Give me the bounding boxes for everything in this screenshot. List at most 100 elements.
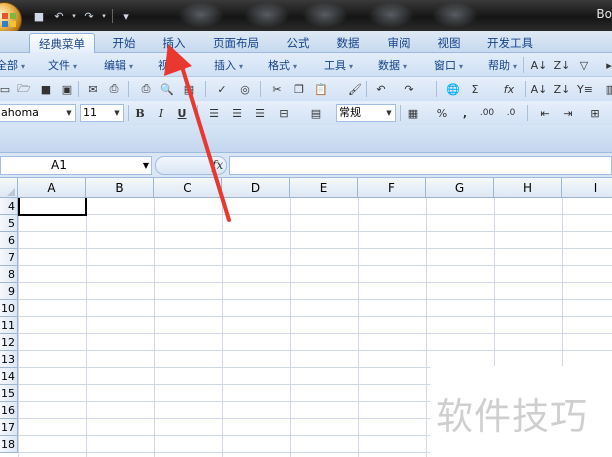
column-header-e[interactable]: E xyxy=(290,178,358,198)
row-header-7[interactable]: 7 xyxy=(0,249,18,266)
increase-indent-icon[interactable]: ⇥ xyxy=(559,104,577,122)
save-icon[interactable]: ■ xyxy=(30,7,48,25)
undo-icon[interactable]: ↶ xyxy=(50,7,68,25)
menu-view[interactable]: 视图 ▾ xyxy=(158,57,187,74)
menu-data[interactable]: 数据 ▾ xyxy=(378,57,407,74)
menu-window[interactable]: 窗口 ▾ xyxy=(434,57,463,74)
tab-review[interactable]: 审阅 xyxy=(381,33,417,53)
research-icon[interactable]: ▤ xyxy=(180,80,198,98)
comma-button[interactable]: , xyxy=(456,104,474,122)
wrap-text-icon[interactable]: ▤ xyxy=(307,104,325,122)
decrease-indent-icon[interactable]: ⇤ xyxy=(536,104,554,122)
redo-icon[interactable]: ↷ xyxy=(80,7,98,25)
email-icon[interactable]: ✉ xyxy=(84,80,102,98)
more-icon[interactable]: ▸ xyxy=(600,56,612,74)
tab-data[interactable]: 数据 xyxy=(330,33,366,53)
active-cell-a1[interactable] xyxy=(18,198,87,216)
column-header-c[interactable]: C xyxy=(154,178,222,198)
bold-button[interactable]: B xyxy=(131,104,149,122)
format-painter-icon[interactable]: 🖌 xyxy=(346,80,364,98)
filter-icon[interactable]: ▽ xyxy=(575,56,593,74)
align-center-icon[interactable]: ☰ xyxy=(228,104,246,122)
redo-dropdown-icon[interactable]: ▾ xyxy=(100,7,108,25)
menu-format[interactable]: 格式 ▾ xyxy=(268,57,297,74)
redo-icon[interactable]: ↷ xyxy=(400,80,418,98)
row-header-16[interactable]: 16 xyxy=(0,402,18,419)
underline-button[interactable]: U xyxy=(173,104,191,122)
preview-icon[interactable]: 🔍 xyxy=(158,80,176,98)
new-file-icon[interactable]: ▭ xyxy=(0,80,14,98)
tab-classic-menu[interactable]: 经典菜单 xyxy=(29,33,95,53)
select-all-button[interactable] xyxy=(0,178,18,198)
borders-icon[interactable]: ⊞ xyxy=(586,104,604,122)
row-header-11[interactable]: 11 xyxy=(0,317,18,334)
row-header-18[interactable]: 18 xyxy=(0,436,18,453)
increase-decimal-icon[interactable]: .00 xyxy=(478,104,496,122)
currency-icon[interactable]: ▦ xyxy=(404,104,422,122)
italic-button[interactable]: I xyxy=(152,104,170,122)
row-header-5[interactable]: 5 xyxy=(0,215,18,232)
font-name-select[interactable]: ahoma ▼ xyxy=(0,104,76,122)
column-header-h[interactable]: H xyxy=(494,178,562,198)
research-lookup-icon[interactable]: ◎ xyxy=(236,80,254,98)
row-header-13[interactable]: 13 xyxy=(0,351,18,368)
row-header-10[interactable]: 10 xyxy=(0,300,18,317)
row-header-4[interactable]: 4 xyxy=(0,198,18,215)
print-icon[interactable]: ⎙ xyxy=(137,80,155,98)
menu-help[interactable]: 帮助 ▾ xyxy=(488,57,517,74)
row-header-8[interactable]: 8 xyxy=(0,266,18,283)
sort-asc-icon[interactable]: A↓ xyxy=(530,80,548,98)
column-header-f[interactable]: F xyxy=(358,178,426,198)
copy-icon[interactable]: ❐ xyxy=(290,80,308,98)
open-folder-icon[interactable]: 🗁 xyxy=(15,80,33,98)
customize-qat-icon[interactable]: ▾ xyxy=(117,7,135,25)
menu-insert[interactable]: 插入 ▾ xyxy=(214,57,243,74)
insert-function-button[interactable]: fx xyxy=(212,158,223,172)
tab-page-layout[interactable]: 页面布局 xyxy=(206,33,266,53)
align-left-icon[interactable]: ☰ xyxy=(205,104,223,122)
name-box[interactable]: A1 ▼ xyxy=(0,156,152,175)
row-header-12[interactable]: 12 xyxy=(0,334,18,351)
tab-view[interactable]: 视图 xyxy=(431,33,467,53)
column-header-i[interactable]: I xyxy=(562,178,612,198)
autofilter-icon[interactable]: Y≡ xyxy=(576,80,594,98)
menu-file[interactable]: 文件 ▾ xyxy=(48,57,77,74)
align-right-icon[interactable]: ☰ xyxy=(251,104,269,122)
row-header-9[interactable]: 9 xyxy=(0,283,18,300)
undo-dropdown-icon[interactable]: ▾ xyxy=(70,7,78,25)
row-header-14[interactable]: 14 xyxy=(0,368,18,385)
row-header-17[interactable]: 17 xyxy=(0,419,18,436)
percent-button[interactable]: % xyxy=(433,104,451,122)
chart-icon[interactable]: ▥ xyxy=(602,80,612,98)
sort-desc-icon[interactable]: Z↓ xyxy=(553,80,571,98)
spelling-icon[interactable]: ✓ xyxy=(213,80,231,98)
formula-input[interactable] xyxy=(229,156,612,175)
tab-home[interactable]: 开始 xyxy=(106,33,142,53)
row-header-15[interactable]: 15 xyxy=(0,385,18,402)
column-header-b[interactable]: B xyxy=(86,178,154,198)
font-size-select[interactable]: 11 ▼ xyxy=(80,104,124,122)
column-header-a[interactable]: A xyxy=(18,178,86,198)
insert-function-icon[interactable]: fx xyxy=(500,80,518,98)
merge-center-icon[interactable]: ⊟ xyxy=(275,104,293,122)
tab-formulas[interactable]: 公式 xyxy=(280,33,316,53)
permission-icon[interactable]: ▣ xyxy=(58,80,76,98)
sort-ascending-icon[interactable]: A↓ xyxy=(530,56,548,74)
column-header-d[interactable]: D xyxy=(222,178,290,198)
column-header-g[interactable]: G xyxy=(426,178,494,198)
menu-all[interactable]: 全部 ▾ xyxy=(0,57,25,74)
print-preview-icon[interactable]: ⎙ xyxy=(105,80,123,98)
decrease-decimal-icon[interactable]: .0 xyxy=(502,104,520,122)
save-icon[interactable]: ■ xyxy=(37,80,55,98)
menu-tools[interactable]: 工具 ▾ xyxy=(324,57,353,74)
hyperlink-icon[interactable]: 🌐 xyxy=(444,80,462,98)
undo-icon[interactable]: ↶ xyxy=(372,80,390,98)
tab-insert[interactable]: 插入 xyxy=(156,33,192,53)
autosum-icon[interactable]: Σ xyxy=(466,80,484,98)
paste-icon[interactable]: 📋 xyxy=(312,80,330,98)
row-header-6[interactable]: 6 xyxy=(0,232,18,249)
sort-descending-icon[interactable]: Z↓ xyxy=(553,56,571,74)
number-format-select[interactable]: 常规 ▼ xyxy=(336,104,396,122)
tab-developer[interactable]: 开发工具 xyxy=(480,33,540,53)
cut-icon[interactable]: ✂ xyxy=(268,80,286,98)
